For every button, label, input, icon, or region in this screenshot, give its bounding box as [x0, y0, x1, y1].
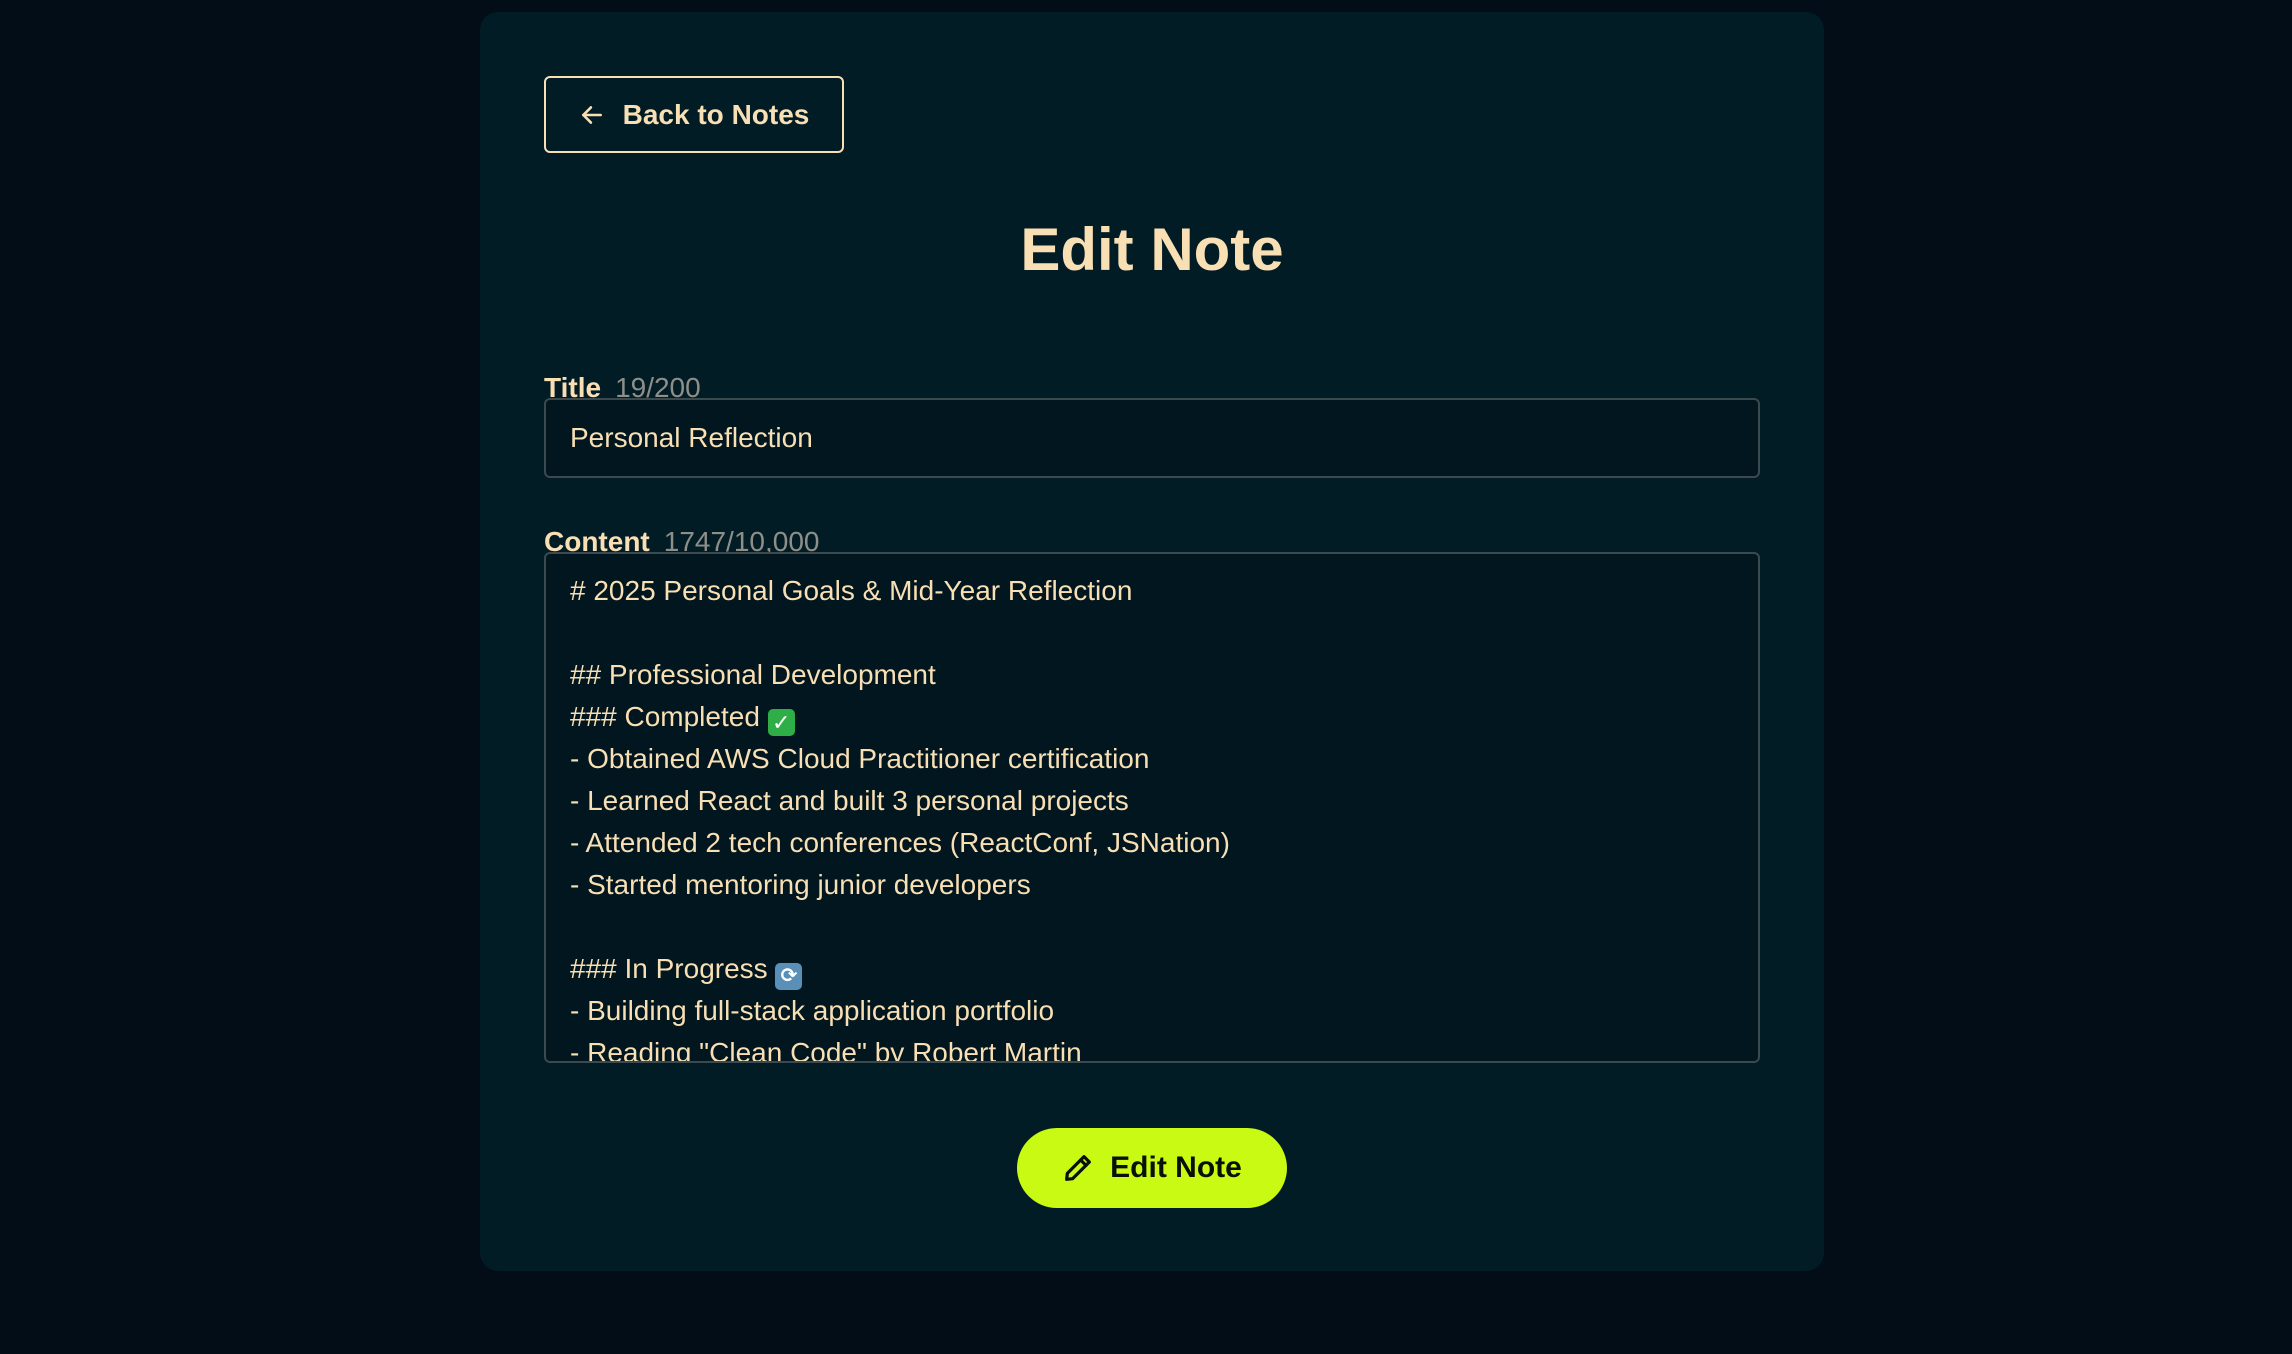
title-input-value: Personal Reflection — [570, 422, 813, 453]
content-line-text: ### Completed — [570, 701, 768, 732]
edit-note-card: Back to Notes Edit Note Title 19/200 Per… — [480, 12, 1824, 1271]
content-line-text: ### In Progress — [570, 953, 776, 984]
content-line: ## Professional Development — [570, 659, 936, 690]
back-button-label: Back to Notes — [622, 98, 810, 130]
content-line: - Started mentoring junior developers — [570, 869, 1031, 900]
check-mark-icon: ✓ — [767, 709, 795, 736]
title-input[interactable]: Personal Reflection — [544, 398, 1760, 478]
content-line: - Learned React and built 3 personal pro… — [570, 785, 1129, 816]
content-line: - Obtained AWS Cloud Practitioner certif… — [570, 743, 1150, 774]
content-line: - Reading "Clean Code" by Robert Martin — [570, 1037, 1082, 1063]
content-line — [570, 612, 1734, 654]
content-textarea[interactable]: # 2025 Personal Goals & Mid-Year Reflect… — [544, 552, 1760, 1063]
content-line: ### In Progress ⟳ — [570, 948, 1734, 990]
refresh-icon: ⟳ — [775, 963, 803, 990]
edit-note-button-label: Edit Note — [1110, 1151, 1242, 1184]
content-line: - Building full-stack application portfo… — [570, 995, 1055, 1026]
page-title: Edit Note — [1020, 216, 1284, 283]
back-to-notes-button[interactable]: Back to Notes — [544, 76, 844, 153]
content-line: ### Completed ✓ — [570, 696, 1734, 738]
edit-note-button[interactable]: Edit Note — [1017, 1128, 1287, 1208]
pencil-icon — [1065, 1155, 1092, 1181]
content-line: - Attended 2 tech conferences (ReactConf… — [570, 827, 1230, 858]
content-line — [570, 906, 1734, 948]
content-line: # 2025 Personal Goals & Mid-Year Reflect… — [570, 575, 1133, 606]
arrow-left-icon — [581, 105, 602, 124]
